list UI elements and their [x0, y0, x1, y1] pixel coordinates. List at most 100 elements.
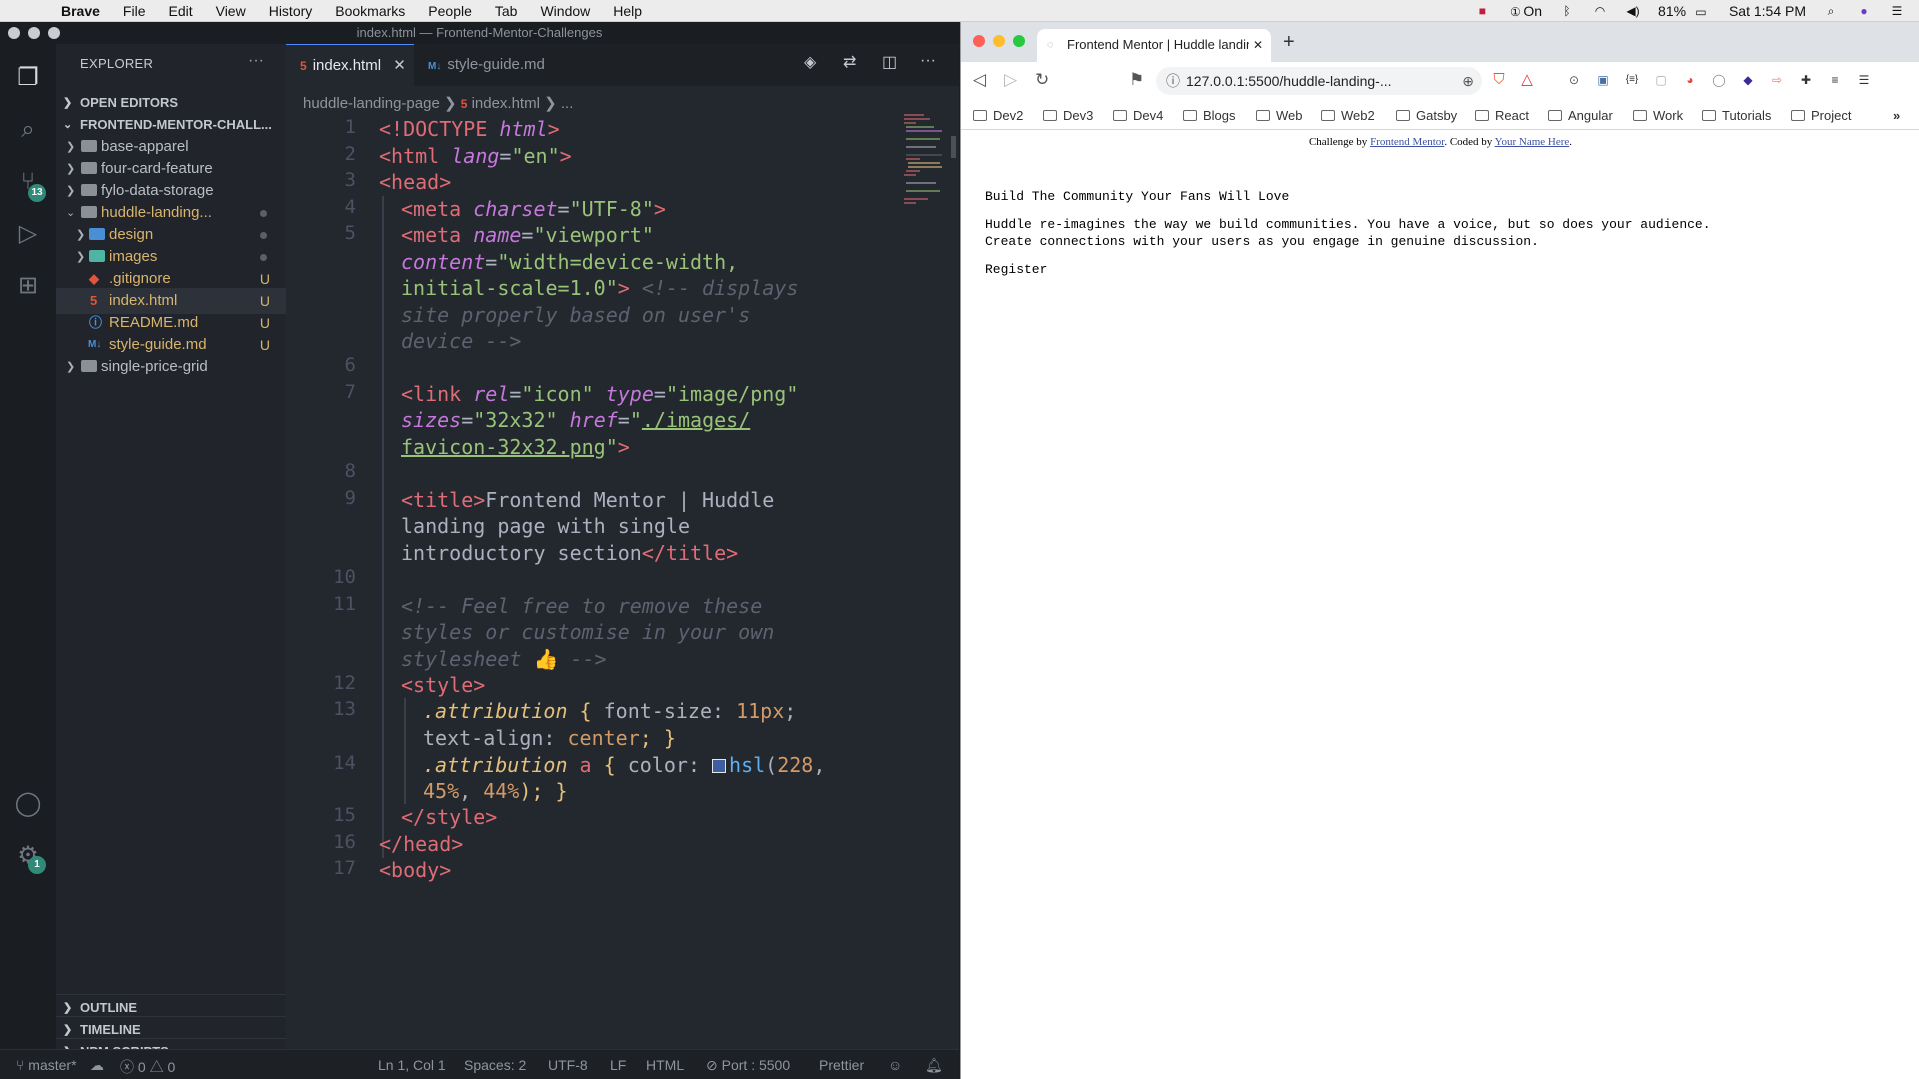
end-of-line[interactable]: LF — [610, 1057, 626, 1073]
notification-center-icon[interactable]: ☰ — [1889, 4, 1905, 18]
language-mode[interactable]: HTML — [646, 1057, 684, 1073]
indentation[interactable]: Spaces: 2 — [464, 1057, 526, 1073]
forward-icon[interactable]: ▷ — [1004, 70, 1017, 90]
reading-list-icon[interactable]: ≡ — [1827, 72, 1843, 88]
bookmark-folder-work[interactable]: Work — [1633, 108, 1683, 123]
window-zoom-button[interactable] — [48, 27, 60, 39]
run-debug-icon[interactable]: ▷ — [8, 214, 48, 254]
extension-icon[interactable]: ⊙ — [1566, 72, 1582, 88]
more-actions-icon[interactable]: ··· — [920, 52, 936, 70]
bookmark-folder-dev4[interactable]: Dev4 — [1113, 108, 1163, 123]
cursor-position[interactable]: Ln 1, Col 1 — [378, 1057, 446, 1073]
menu-edit[interactable]: Edit — [168, 3, 192, 19]
split-editor-icon[interactable]: ◫ — [882, 52, 897, 72]
register-link[interactable]: Register — [985, 261, 1047, 278]
npm-scripts-section[interactable]: ❯NPM SCRIPTS — [56, 1038, 286, 1059]
open-changes-icon[interactable]: ⇄ — [843, 52, 856, 72]
breadcrumb-symbol[interactable]: ... — [561, 95, 574, 112]
tab-style-guide[interactable]: M↓ style-guide.md — [414, 44, 554, 86]
search-icon[interactable]: ⌕ — [8, 110, 48, 150]
extension-icon[interactable]: ◆ — [1740, 72, 1756, 88]
extension-icon[interactable]: ▣ — [1595, 72, 1611, 88]
bookmark-folder-gatsby[interactable]: Gatsby — [1396, 108, 1457, 123]
screen-record-icon[interactable]: ■ — [1474, 4, 1490, 18]
menu-people[interactable]: People — [428, 3, 472, 19]
menu-history[interactable]: History — [269, 3, 313, 19]
menu-tab[interactable]: Tab — [495, 3, 518, 19]
new-tab-button[interactable]: + — [1283, 31, 1295, 54]
frontend-mentor-link[interactable]: Frontend Mentor — [1370, 136, 1444, 148]
minimap[interactable] — [900, 110, 946, 230]
bluetooth-icon[interactable]: ᛒ — [1559, 4, 1575, 18]
encoding[interactable]: UTF-8 — [548, 1057, 588, 1073]
bookmark-folder-project[interactable]: Project — [1791, 108, 1851, 123]
account-icon[interactable]: ◯ — [8, 784, 48, 824]
menu-view[interactable]: View — [216, 3, 246, 19]
extension-icon[interactable]: ▢ — [1653, 72, 1669, 88]
editor-scrollbar[interactable] — [951, 136, 956, 158]
menu-clock[interactable]: Sat 1:54 PM — [1729, 3, 1806, 19]
breadcrumb-file[interactable]: index.html — [472, 95, 540, 112]
breadcrumb-folder[interactable]: huddle-landing-page — [303, 95, 440, 112]
bookmark-folder-angular[interactable]: Angular — [1548, 108, 1613, 123]
branch-indicator[interactable]: ⑂ master* — [16, 1057, 77, 1073]
browser-tab-active[interactable]: ◌ Frontend Mentor | Huddle landin ✕ — [1037, 29, 1271, 62]
tab-index-html[interactable]: 5 index.html ✕ — [286, 44, 414, 86]
bookmark-folder-web[interactable]: Web — [1256, 108, 1303, 123]
link-token[interactable]: favicon-32x32.png — [401, 435, 606, 459]
window-close-button[interactable] — [8, 27, 20, 39]
tree-item-single-price-grid[interactable]: ❯ single-price-grid — [56, 354, 286, 380]
bookmark-folder-web2[interactable]: Web2 — [1321, 108, 1375, 123]
siri-icon[interactable]: ● — [1856, 4, 1872, 18]
explorer-icon[interactable]: ❐ — [8, 58, 48, 98]
close-tab-icon[interactable]: ✕ — [393, 57, 406, 74]
address-bar[interactable]: ⓘ 127.0.0.1:5500/huddle-landing-... ⊕ — [1156, 67, 1482, 95]
color-swatch[interactable] — [712, 759, 727, 773]
menu-help[interactable]: Help — [613, 3, 642, 19]
site-info-icon[interactable]: ⓘ — [1166, 67, 1180, 95]
json-viewer-icon[interactable]: {≡} — [1624, 72, 1640, 88]
bookmark-icon[interactable]: ⚑ — [1129, 70, 1144, 90]
menu-bookmarks[interactable]: Bookmarks — [335, 3, 405, 19]
more-bookmarks-icon[interactable]: » — [1893, 108, 1900, 123]
problems-indicator[interactable]: ⓧ 0 △ 0 — [120, 1057, 175, 1077]
vpn-status[interactable]: ① On — [1507, 3, 1542, 19]
link-token[interactable]: ./images/ — [642, 408, 750, 432]
window-close-button[interactable] — [973, 35, 985, 47]
back-icon[interactable]: ◁ — [973, 70, 986, 90]
sync-icon[interactable]: ☁ — [90, 1057, 104, 1074]
brave-shields-icon[interactable]: ⛉ — [1491, 72, 1507, 88]
notifications-bell-icon[interactable]: 🔔︎ — [925, 1057, 943, 1074]
extension-icon[interactable]: ◯ — [1711, 72, 1727, 88]
extensions-puzzle-icon[interactable]: ✚ — [1798, 72, 1814, 88]
brave-rewards-icon[interactable]: △ — [1519, 72, 1535, 88]
battery-status[interactable]: 81% ▭ — [1658, 3, 1712, 19]
bookmark-folder-dev2[interactable]: Dev2 — [973, 108, 1023, 123]
bookmark-folder-react[interactable]: React — [1475, 108, 1529, 123]
menu-window[interactable]: Window — [540, 3, 590, 19]
feedback-icon[interactable]: ☺ — [888, 1057, 902, 1073]
close-tab-icon[interactable]: ✕ — [1253, 29, 1263, 61]
zoom-icon[interactable]: ⊕ — [1462, 67, 1474, 95]
extension-icon[interactable]: ⇨ — [1769, 72, 1785, 88]
git-compare-icon[interactable]: ◈ — [804, 52, 816, 72]
window-minimize-button[interactable] — [28, 27, 40, 39]
window-zoom-button[interactable] — [1013, 35, 1025, 47]
browser-menu-icon[interactable]: ☰ — [1856, 72, 1872, 88]
extensions-icon[interactable]: ⊞ — [8, 266, 48, 306]
live-server-port[interactable]: ⊘ Port : 5500 — [706, 1057, 790, 1074]
bookmark-folder-blogs[interactable]: Blogs — [1183, 108, 1236, 123]
bookmark-folder-dev3[interactable]: Dev3 — [1043, 108, 1093, 123]
volume-icon[interactable]: ◀) — [1625, 4, 1641, 18]
menu-app-name[interactable]: Brave — [61, 3, 100, 19]
color-picker-icon[interactable]: ◕ — [1682, 72, 1698, 88]
bookmark-folder-tutorials[interactable]: Tutorials — [1702, 108, 1771, 123]
prettier-status[interactable]: Prettier — [819, 1057, 864, 1073]
author-link[interactable]: Your Name Here — [1495, 136, 1570, 148]
window-minimize-button[interactable] — [993, 35, 1005, 47]
reload-icon[interactable]: ↻ — [1035, 70, 1049, 90]
menu-file[interactable]: File — [123, 3, 146, 19]
spotlight-search-icon[interactable]: ⌕ — [1823, 4, 1839, 18]
more-actions-icon[interactable]: ··· — [248, 52, 264, 70]
wifi-icon[interactable]: ◠ — [1592, 4, 1608, 18]
